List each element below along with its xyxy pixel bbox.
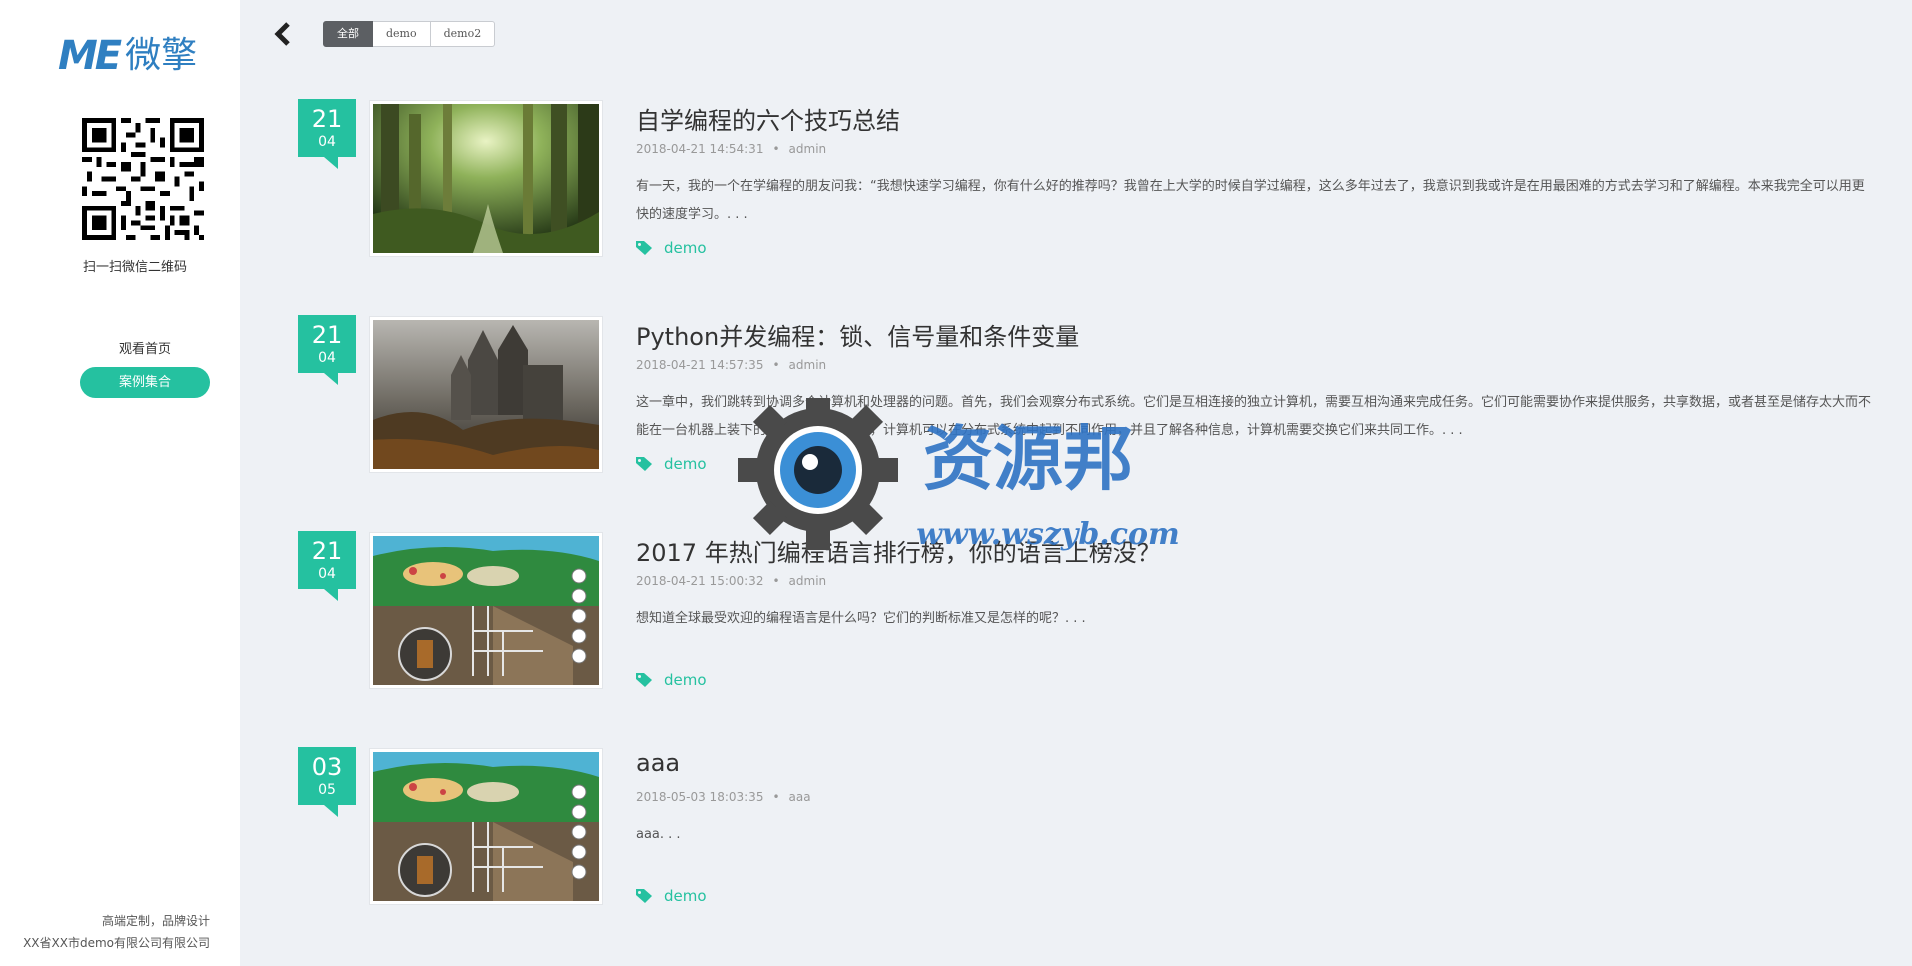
post-item: 21 04 自学编程的六个技巧总结 2018-04-21 14:54:31 • ad… bbox=[298, 99, 1888, 269]
tag-icon bbox=[636, 241, 652, 255]
post-author: admin bbox=[788, 358, 827, 372]
post-tag[interactable]: demo bbox=[636, 671, 707, 689]
post-date-day: 03 bbox=[311, 753, 343, 781]
post-author: admin bbox=[788, 574, 827, 588]
post-date-day: 21 bbox=[311, 321, 343, 349]
meta-separator: • bbox=[772, 790, 780, 804]
post-item: 21 04 2017 年热门编程语言排行榜，你的语言上榜没？ 2018-04-2… bbox=[298, 531, 1888, 701]
sidebar-footer: 高端定制，品牌设计 XX省XX市demo有限公司有限公司 bbox=[23, 910, 210, 954]
post-item: 03 05 aaa 2018-05-03 18:03:35 • aaa aaa. .… bbox=[298, 747, 1888, 917]
post-date-month: 05 bbox=[318, 782, 336, 798]
post-thumbnail-castle[interactable] bbox=[370, 317, 602, 472]
post-datetime: 2018-04-21 15:00:32 bbox=[636, 574, 764, 588]
logo-brand: 微擎 bbox=[125, 35, 198, 76]
post-excerpt: 想知道全球最受欢迎的编程语言是什么吗？它们的判断标准又是怎样的呢？. . . bbox=[636, 611, 1086, 626]
nav-cases-button[interactable]: 案例集合 bbox=[80, 367, 210, 398]
post-date-day: 21 bbox=[311, 105, 343, 133]
post-excerpt: 这一章中，我们跳转到协调多个计算机和处理器的问题。首先，我们会观察分布式系统。它… bbox=[636, 395, 1872, 438]
meta-separator: • bbox=[772, 574, 780, 588]
post-datetime: 2018-04-21 14:54:31 bbox=[636, 142, 764, 156]
post-date-badge: 03 05 bbox=[298, 747, 356, 817]
wechat-qr-code bbox=[82, 118, 204, 240]
meta-separator: • bbox=[772, 142, 780, 156]
tag-icon bbox=[636, 889, 652, 903]
post-datetime: 2018-04-21 14:57:35 bbox=[636, 358, 764, 372]
post-excerpt: aaa. . . bbox=[636, 827, 681, 842]
footer-slogan: 高端定制，品牌设计 bbox=[101, 914, 210, 928]
post-thumbnail-illustration[interactable] bbox=[370, 533, 602, 688]
post-thumbnail-forest[interactable] bbox=[370, 101, 602, 256]
post-tag-label: demo bbox=[664, 239, 707, 257]
post-thumbnail-illustration[interactable] bbox=[370, 749, 602, 904]
post-tag[interactable]: demo bbox=[636, 887, 707, 905]
category-filter-group: 全部 demo demo2 bbox=[323, 21, 496, 47]
nav-home-link[interactable]: 观看首页 bbox=[80, 338, 210, 357]
back-arrow-icon[interactable] bbox=[272, 22, 294, 46]
post-meta: 2018-04-21 14:57:35 • admin bbox=[636, 358, 826, 372]
post-title[interactable]: 2017 年热门编程语言排行榜，你的语言上榜没？ bbox=[636, 533, 1161, 568]
post-title[interactable]: aaa bbox=[636, 749, 680, 777]
post-meta: 2018-04-21 15:00:32 • admin bbox=[636, 574, 826, 588]
post-author: aaa bbox=[788, 790, 811, 804]
post-tag-label: demo bbox=[664, 887, 707, 905]
qr-caption: 扫一扫微信二维码 bbox=[82, 260, 187, 275]
post-date-badge: 21 04 bbox=[298, 531, 356, 601]
logo[interactable]: ME 微擎 bbox=[58, 30, 197, 82]
tag-icon bbox=[636, 673, 652, 687]
sidebar: ME 微擎 扫一扫微信二维码 观看首页 案例集合 高端定制，品牌设计 XX省XX… bbox=[0, 0, 240, 966]
post-tag-label: demo bbox=[664, 671, 707, 689]
post-tag[interactable]: demo bbox=[636, 455, 707, 473]
post-title[interactable]: Python并发编程：锁、信号量和条件变量 bbox=[636, 317, 1079, 352]
footer-company: XX省XX市demo有限公司有限公司 bbox=[23, 936, 210, 950]
filter-demo[interactable]: demo bbox=[373, 21, 431, 47]
post-date-badge: 21 04 bbox=[298, 99, 356, 169]
post-meta: 2018-05-03 18:03:35 • aaa bbox=[636, 790, 811, 804]
logo-mark: ME bbox=[58, 33, 122, 79]
post-excerpt: 有一天，我的一个在学编程的朋友问我：“我想快速学习编程，你有什么好的推荐吗？我曾… bbox=[636, 179, 1865, 222]
meta-separator: • bbox=[772, 358, 780, 372]
post-tag[interactable]: demo bbox=[636, 239, 707, 257]
filter-all[interactable]: 全部 bbox=[323, 21, 373, 47]
tag-icon bbox=[636, 457, 652, 471]
post-datetime: 2018-05-03 18:03:35 bbox=[636, 790, 764, 804]
post-item: 21 04 Python并发编程：锁、信号量和条件变量 2018-04-21 1… bbox=[298, 315, 1888, 485]
post-date-month: 04 bbox=[318, 350, 336, 366]
post-date-month: 04 bbox=[318, 134, 336, 150]
post-meta: 2018-04-21 14:54:31 • admin bbox=[636, 142, 826, 156]
post-date-badge: 21 04 bbox=[298, 315, 356, 385]
post-date-day: 21 bbox=[311, 537, 343, 565]
filter-demo2[interactable]: demo2 bbox=[430, 21, 496, 47]
post-date-month: 04 bbox=[318, 566, 336, 582]
post-author: admin bbox=[788, 142, 827, 156]
post-title[interactable]: 自学编程的六个技巧总结 bbox=[636, 101, 900, 136]
post-tag-label: demo bbox=[664, 455, 707, 473]
